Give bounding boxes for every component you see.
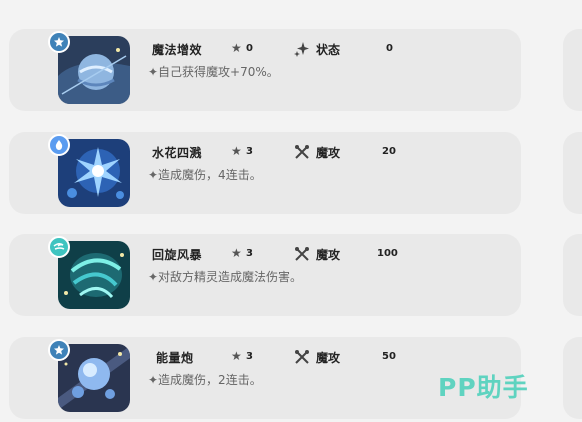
watermark-logo: PP助手 <box>438 373 529 402</box>
adjacent-card-edge <box>563 29 582 111</box>
wind-icon <box>48 236 70 258</box>
star-value: 3 <box>246 146 253 157</box>
power-value: 0 <box>386 43 393 54</box>
star-value: 0 <box>246 43 253 54</box>
star-icon: ★ <box>231 144 242 158</box>
crossed-wands-icon <box>294 349 310 365</box>
star-badge-icon <box>48 339 70 361</box>
skill-name: 水花四溅 <box>152 146 203 160</box>
skill-description: ✦造成魔伤，2连击。 <box>148 373 262 387</box>
star-badge-icon <box>48 31 70 53</box>
skill-name: 魔法增效 <box>152 43 203 57</box>
star-value: 3 <box>246 248 253 259</box>
crossed-wands-icon <box>294 144 310 160</box>
adjacent-card-edge <box>563 234 582 316</box>
star-icon: ★ <box>231 246 242 260</box>
skill-description: ✦对敌方精灵造成魔法伤害。 <box>148 270 303 284</box>
power-value: 20 <box>382 146 396 157</box>
star-icon: ★ <box>231 41 242 55</box>
power-value: 50 <box>382 351 396 362</box>
skill-name: 能量炮 <box>156 351 194 365</box>
skill-type: 魔攻 <box>316 248 341 262</box>
skill-description: ✦自己获得魔攻+70%。 <box>148 65 279 79</box>
skill-type: 魔攻 <box>316 351 341 365</box>
adjacent-card-edge <box>563 132 582 214</box>
skill-type: 魔攻 <box>316 146 341 160</box>
skill-card-3[interactable]: 回旋风暴 ★ 3 魔攻 100 ✦对敌方精灵造成魔法伤害。 <box>9 234 521 316</box>
adjacent-card-edge <box>563 337 582 419</box>
skill-card-2[interactable]: 水花四溅 ★ 3 魔攻 20 ✦造成魔伤，4连击。 <box>9 132 521 214</box>
water-drop-icon <box>48 134 70 156</box>
crossed-wands-icon <box>294 246 310 262</box>
skill-description: ✦造成魔伤，4连击。 <box>148 168 262 182</box>
power-value: 100 <box>377 248 398 259</box>
star-icon: ★ <box>231 349 242 363</box>
sparkle-icon <box>294 41 310 57</box>
skill-card-1[interactable]: 魔法增效 ★ 0 状态 0 ✦自己获得魔攻+70%。 <box>9 29 521 111</box>
star-value: 3 <box>246 351 253 362</box>
skill-type: 状态 <box>316 43 341 57</box>
skill-name: 回旋风暴 <box>152 248 203 262</box>
